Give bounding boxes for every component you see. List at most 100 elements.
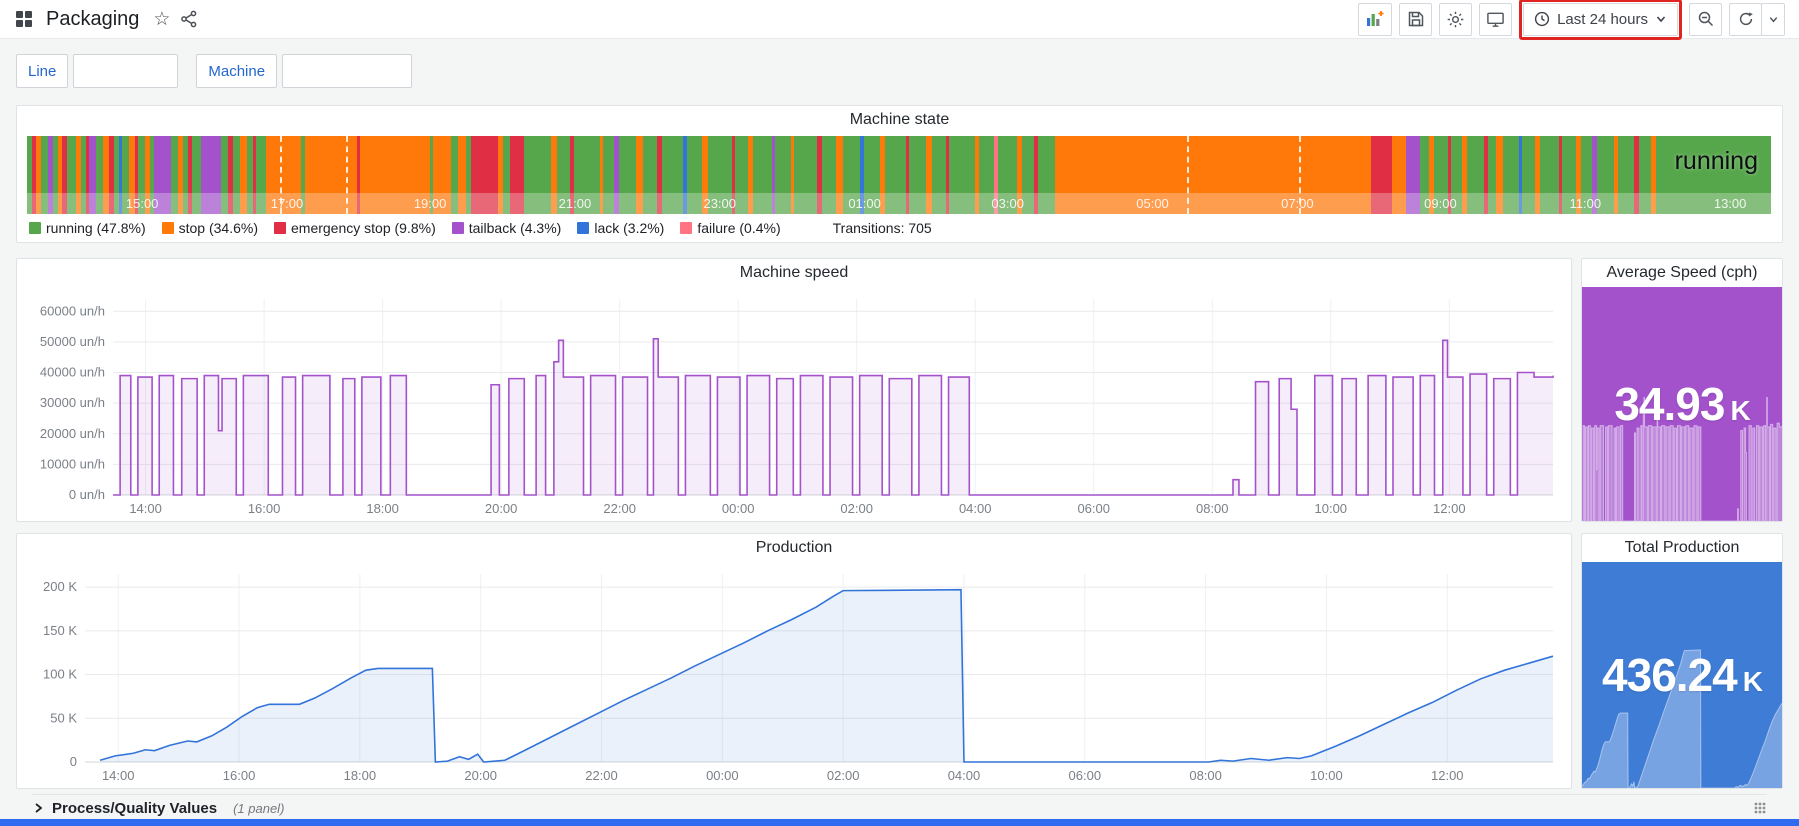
svg-text:10:00: 10:00 <box>1310 768 1343 783</box>
collapsed-row-process-quality[interactable]: Process/Quality Values (1 panel) <box>32 794 1767 818</box>
svg-text:22:00: 22:00 <box>585 768 618 783</box>
machine-state-timeline-wrap[interactable]: 15:0017:0019:0021:0023:0001:0003:0005:00… <box>27 136 1772 214</box>
row-drag-handle-icon[interactable] <box>1753 801 1767 815</box>
machine-speed-chart[interactable]: 14:0016:0018:0020:0022:0000:0002:0004:00… <box>21 289 1567 519</box>
state-segment <box>503 136 510 214</box>
legend-label: tailback (4.3%) <box>469 220 562 236</box>
refresh-interval-dropdown[interactable] <box>1761 3 1785 36</box>
collapsed-row-title: Process/Quality Values <box>52 800 217 817</box>
state-segment <box>41 136 48 214</box>
total-production-panel: Total Production 436.24K <box>1581 533 1783 789</box>
legend-item[interactable]: failure (0.4%) <box>680 220 780 236</box>
legend-item[interactable]: lack (3.2%) <box>577 220 664 236</box>
state-segment <box>451 136 458 214</box>
share-icon[interactable] <box>180 10 198 28</box>
svg-text:20:00: 20:00 <box>485 501 518 516</box>
state-segment <box>1371 136 1392 214</box>
svg-text:08:00: 08:00 <box>1189 768 1222 783</box>
state-segment <box>67 136 76 214</box>
svg-text:04:00: 04:00 <box>948 768 981 783</box>
svg-text:14:00: 14:00 <box>129 501 162 516</box>
state-segment <box>979 136 995 214</box>
zoom-out-icon <box>1697 10 1715 28</box>
state-segment <box>1420 136 1429 214</box>
svg-text:06:00: 06:00 <box>1077 501 1110 516</box>
legend-item[interactable]: tailback (4.3%) <box>452 220 562 236</box>
total-production-panel-title[interactable]: Total Production <box>1582 534 1782 562</box>
gear-icon <box>1446 10 1465 29</box>
legend-swatch <box>29 222 41 234</box>
average-speed-panel-title[interactable]: Average Speed (cph) <box>1582 259 1782 287</box>
state-segment <box>735 136 747 214</box>
chevron-down-icon <box>1768 14 1779 25</box>
production-panel: Production 14:0016:0018:0020:0022:0000:0… <box>16 533 1572 789</box>
state-segment <box>305 136 357 214</box>
svg-text:200 K: 200 K <box>43 579 77 594</box>
legend-label: stop (34.6%) <box>179 220 258 236</box>
svg-text:18:00: 18:00 <box>344 768 377 783</box>
state-segment <box>708 136 732 214</box>
state-segment <box>471 136 497 214</box>
bottom-accent-strip <box>0 819 1799 826</box>
state-segment <box>662 136 683 214</box>
state-segment <box>201 136 222 214</box>
state-segment <box>932 136 946 214</box>
machine-variable-label: Machine <box>196 54 277 88</box>
state-segment <box>1038 136 1055 214</box>
svg-text:06:00: 06:00 <box>1069 768 1102 783</box>
red-annotation-box: Last 24 hours <box>1519 0 1682 40</box>
state-segment <box>1581 136 1591 214</box>
dashboard-settings-button[interactable] <box>1439 3 1472 36</box>
svg-text:40000 un/h: 40000 un/h <box>40 365 105 380</box>
line-variable-label: Line <box>16 54 68 88</box>
machine-state-panel-title[interactable]: Machine state <box>17 106 1782 134</box>
dashboard-grid-icon[interactable] <box>14 9 34 29</box>
legend-label: running (47.8%) <box>46 220 146 236</box>
clock-icon <box>1534 11 1550 27</box>
svg-text:60000 un/h: 60000 un/h <box>40 303 105 318</box>
state-segment <box>240 136 247 214</box>
machine-variable-input[interactable] <box>282 54 412 88</box>
zoom-out-button[interactable] <box>1689 3 1722 36</box>
add-panel-button[interactable] <box>1358 3 1392 36</box>
svg-text:18:00: 18:00 <box>366 501 399 516</box>
legend-swatch <box>452 222 464 234</box>
state-segment <box>1656 136 1677 214</box>
state-segment <box>574 136 600 214</box>
svg-text:0 un/h: 0 un/h <box>69 487 105 502</box>
state-segment <box>192 136 201 214</box>
state-segment <box>603 136 613 214</box>
svg-text:10:00: 10:00 <box>1315 501 1348 516</box>
state-segment <box>836 136 843 214</box>
legend-item[interactable]: stop (34.6%) <box>162 220 258 236</box>
tv-mode-button[interactable] <box>1479 3 1512 36</box>
star-icon[interactable]: ☆ <box>153 10 170 29</box>
svg-text:00:00: 00:00 <box>706 768 739 783</box>
state-segment <box>949 136 975 214</box>
legend-swatch <box>162 222 174 234</box>
line-variable-input[interactable] <box>73 54 178 88</box>
machine-speed-panel: Machine speed 14:0016:0018:0020:0022:000… <box>16 258 1572 522</box>
legend-item[interactable]: running (47.8%) <box>29 220 146 236</box>
state-segment <box>458 136 467 214</box>
average-speed-stat: 34.93K <box>1582 287 1782 521</box>
state-segment <box>1406 136 1420 214</box>
state-segment <box>256 136 266 214</box>
svg-text:100 K: 100 K <box>43 667 77 682</box>
machine-speed-panel-title[interactable]: Machine speed <box>17 259 1571 287</box>
average-speed-panel: Average Speed (cph) 34.93K <box>1581 258 1783 522</box>
state-segment <box>1434 136 1448 214</box>
save-dashboard-button[interactable] <box>1399 3 1432 36</box>
production-chart[interactable]: 14:0016:0018:0020:0022:0000:0002:0004:00… <box>21 564 1567 786</box>
machine-state-timeline[interactable] <box>27 136 1772 214</box>
state-segment <box>753 136 772 214</box>
refresh-button[interactable] <box>1729 3 1762 36</box>
state-segment <box>1392 136 1406 214</box>
time-range-picker[interactable]: Last 24 hours <box>1523 3 1678 36</box>
state-segment <box>531 136 552 214</box>
state-segment <box>1496 136 1503 214</box>
production-panel-title[interactable]: Production <box>17 534 1571 562</box>
legend-item[interactable]: emergency stop (9.8%) <box>274 220 436 236</box>
legend-label: lack (3.2%) <box>594 220 664 236</box>
state-segment <box>221 136 228 214</box>
